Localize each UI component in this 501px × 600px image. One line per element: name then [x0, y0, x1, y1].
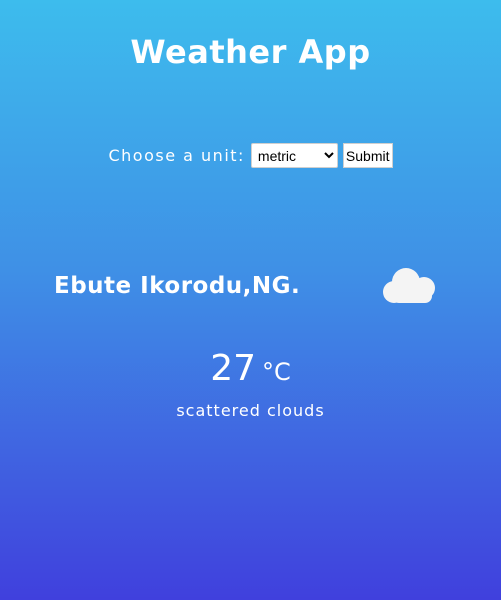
unit-select[interactable]: metric	[250, 143, 338, 168]
temperature-row: 27 °C	[0, 348, 501, 389]
cloud-icon	[380, 266, 442, 304]
app-title: Weather App	[130, 33, 371, 71]
location-name: Ebute Ikorodu,NG.	[54, 273, 301, 299]
unit-label: Choose a unit:	[108, 146, 245, 165]
weather-description: scattered clouds	[176, 401, 325, 420]
submit-button[interactable]: Submit	[342, 143, 393, 168]
temperature-value: 27	[210, 348, 257, 389]
unit-form: Choose a unit: metric Submit	[0, 143, 501, 168]
temperature-unit: °C	[262, 358, 291, 386]
